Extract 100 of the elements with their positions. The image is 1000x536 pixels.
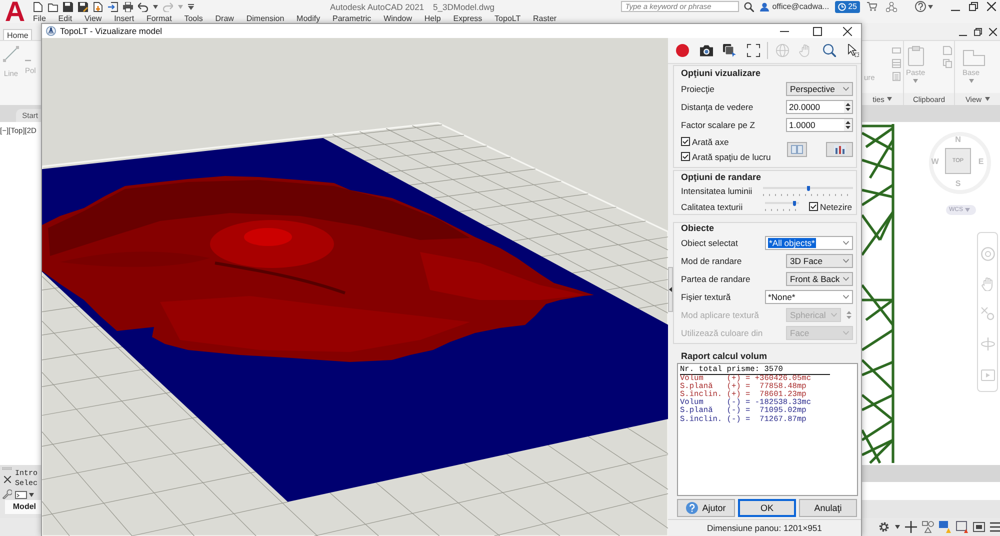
floppy-pencil-icon[interactable] xyxy=(78,2,88,12)
chevron-down-icon[interactable] xyxy=(843,87,849,91)
slider-thumb[interactable] xyxy=(793,201,796,206)
menu-item[interactable]: Draw xyxy=(215,14,234,22)
search-icon[interactable] xyxy=(744,2,754,12)
menu-item[interactable]: TopoLT xyxy=(494,14,521,22)
dropdown[interactable]: Front & Back xyxy=(786,272,853,286)
clipboard-icon[interactable] xyxy=(908,46,924,66)
chevron-down-icon[interactable] xyxy=(843,277,849,281)
dropdown[interactable]: 3D Face xyxy=(786,254,853,268)
close-icon[interactable] xyxy=(4,476,10,483)
group-title: Opţiuni de randare xyxy=(681,171,762,183)
caret-icon[interactable] xyxy=(887,97,892,101)
checkbox-label[interactable]: Arată axe xyxy=(692,136,729,146)
monitor-warning-icon[interactable] xyxy=(956,521,968,533)
cart-icon[interactable] xyxy=(867,2,877,11)
layout-tab[interactable]: Model xyxy=(4,500,41,514)
caret-icon[interactable] xyxy=(928,4,933,8)
spin-arrows-icon[interactable] xyxy=(844,101,852,113)
terrain-surface[interactable] xyxy=(42,176,594,362)
layers-icon[interactable] xyxy=(723,44,736,57)
app-logo[interactable]: A xyxy=(4,0,26,22)
checkbox-label[interactable]: Netezire xyxy=(820,202,852,212)
menu-item[interactable]: View xyxy=(84,14,102,22)
combo-box[interactable]: *All objects* xyxy=(765,236,853,250)
slider-thumb[interactable] xyxy=(806,186,810,190)
collapse-handle[interactable] xyxy=(668,267,673,312)
menu-item[interactable]: Parametric xyxy=(332,14,372,22)
fullscreen-icon[interactable] xyxy=(746,44,760,57)
chart-view-button[interactable] xyxy=(826,142,853,156)
user-icon[interactable] xyxy=(760,2,770,12)
checkbox[interactable] xyxy=(681,152,690,161)
record-icon[interactable] xyxy=(676,44,689,57)
restore-icon[interactable] xyxy=(969,2,978,11)
dialog-button[interactable]: OK xyxy=(738,499,796,517)
checkbox[interactable] xyxy=(809,202,818,211)
zoom-icon[interactable] xyxy=(822,44,836,57)
number-field[interactable]: 1.0000 xyxy=(786,118,853,132)
grip-icon[interactable] xyxy=(2,467,12,470)
menu-icon[interactable] xyxy=(990,522,1000,532)
bar-chart-icon xyxy=(834,144,846,154)
fullscreen-icon[interactable] xyxy=(973,522,985,532)
close-icon[interactable] xyxy=(987,2,996,11)
menu-item[interactable]: Edit xyxy=(58,14,72,22)
floppy-icon[interactable] xyxy=(63,2,73,12)
field-label: Proiecţie xyxy=(681,84,714,94)
menu-item[interactable]: Insert xyxy=(114,14,134,22)
restore-icon[interactable] xyxy=(974,28,982,36)
menu-item[interactable]: Dimension xyxy=(246,14,284,22)
user-name[interactable]: office@cadwa... xyxy=(772,2,830,11)
menu-item[interactable]: Window xyxy=(384,14,412,22)
close-icon[interactable] xyxy=(989,28,997,36)
help-icon[interactable] xyxy=(915,1,926,12)
slider-track[interactable] xyxy=(765,202,799,211)
pointer-icon[interactable] xyxy=(846,44,859,57)
menu-item[interactable]: Raster xyxy=(533,14,557,22)
network-icon[interactable] xyxy=(886,2,897,12)
menu-item[interactable]: Help xyxy=(424,14,441,22)
ribbon-tab[interactable]: Home xyxy=(3,29,32,41)
import-icon[interactable] xyxy=(108,2,118,12)
chevron-down-icon[interactable] xyxy=(843,295,849,299)
dropdown-icon[interactable] xyxy=(188,4,194,10)
number-field[interactable]: 20.0000 xyxy=(786,100,853,114)
spin-arrows-icon[interactable] xyxy=(844,119,852,131)
file-arrow-icon[interactable] xyxy=(93,2,103,12)
field-label: Utilizează culoare din xyxy=(681,328,763,338)
chevron-down-icon[interactable] xyxy=(843,259,849,263)
folder-icon[interactable] xyxy=(48,2,58,12)
menu-item[interactable]: Tools xyxy=(184,14,203,22)
help-button[interactable]: Ajutor xyxy=(677,499,735,517)
checkbox-label[interactable]: Arată spaţiu de lucru xyxy=(692,152,771,162)
menu-item[interactable]: Express xyxy=(453,14,482,22)
dialog-button[interactable]: Anulaţi xyxy=(799,499,857,517)
app-icon xyxy=(46,26,56,36)
gear-icon[interactable] xyxy=(878,521,890,533)
caret-icon[interactable] xyxy=(895,525,900,529)
field-label: Factor scalare pe Z xyxy=(681,120,756,130)
wrench-icon[interactable] xyxy=(2,489,12,499)
caret-icon[interactable] xyxy=(153,4,158,8)
plus-icon[interactable] xyxy=(905,521,917,533)
file-name: 5_3DModel.dwg xyxy=(433,2,494,12)
printer-icon[interactable] xyxy=(123,2,133,12)
undo-icon[interactable] xyxy=(138,2,148,12)
menu-item[interactable]: Format xyxy=(146,14,172,22)
shapes-icon[interactable] xyxy=(922,521,934,533)
caret-icon[interactable] xyxy=(984,97,990,101)
notification-button[interactable]: 25 xyxy=(835,0,860,12)
combo-box[interactable]: *None* xyxy=(765,290,853,304)
field-label: Partea de randare xyxy=(681,274,750,284)
menu-item[interactable]: File xyxy=(33,14,46,22)
command-icon[interactable] xyxy=(15,491,27,499)
dropdown[interactable]: Perspective xyxy=(786,82,853,96)
3d-viewport[interactable] xyxy=(42,38,668,536)
file-icon[interactable] xyxy=(33,2,43,12)
chevron-down-icon[interactable] xyxy=(843,241,849,245)
caret-icon[interactable] xyxy=(29,493,34,497)
menu-item[interactable]: Modify xyxy=(296,14,320,22)
annotation-icon[interactable] xyxy=(939,521,951,533)
camera-icon[interactable] xyxy=(700,44,712,57)
checkbox[interactable] xyxy=(681,137,690,146)
